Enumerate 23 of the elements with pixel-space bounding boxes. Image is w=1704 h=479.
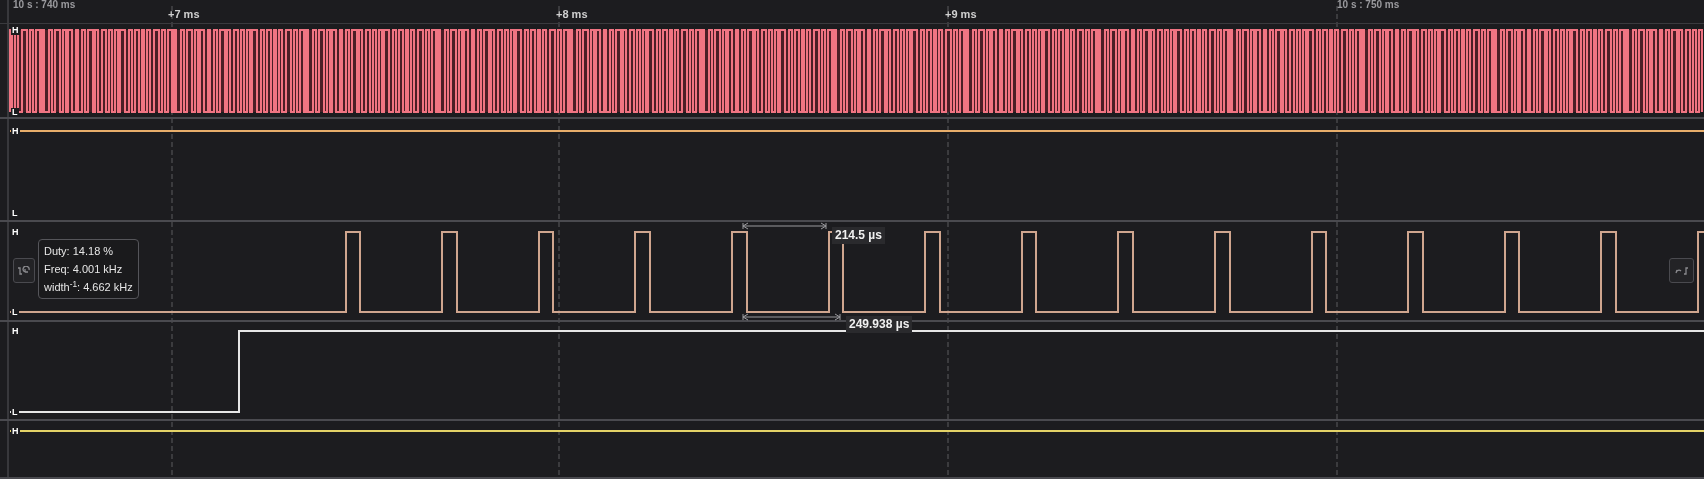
tooltip-text: Duty: 14.18 %: [44, 244, 115, 259]
high-level-label: H: [11, 127, 20, 136]
previous-edge-button[interactable]: [13, 258, 35, 283]
low-level-label: L: [11, 408, 19, 417]
low-level-label: L: [11, 209, 19, 218]
time-label: +8 ms: [556, 7, 588, 22]
high-level-label: H: [11, 26, 20, 35]
high-level-label: H: [11, 427, 20, 436]
tooltip-text: width$^{-1}$: 4.662 kHz: [44, 279, 133, 295]
measurement-label: 249.938 µs: [846, 316, 913, 333]
high-level-label: H: [11, 327, 20, 336]
time-label: 10 s : 740 ms: [13, 0, 76, 12]
time-label: 10 s : 750 ms: [1337, 0, 1400, 12]
low-level-label: L: [11, 108, 19, 117]
time-label: +9 ms: [945, 7, 977, 22]
low-level-label: L: [11, 308, 19, 317]
edge-forward-icon: [1674, 265, 1689, 276]
next-edge-button[interactable]: [1669, 258, 1694, 283]
tooltip-text: Freq: 4.001 kHz: [44, 262, 124, 277]
time-label: +7 ms: [168, 7, 200, 22]
high-level-label: H: [11, 228, 20, 237]
edge-back-icon: [17, 265, 31, 276]
measurement-label: 214.5 µs: [832, 227, 885, 244]
